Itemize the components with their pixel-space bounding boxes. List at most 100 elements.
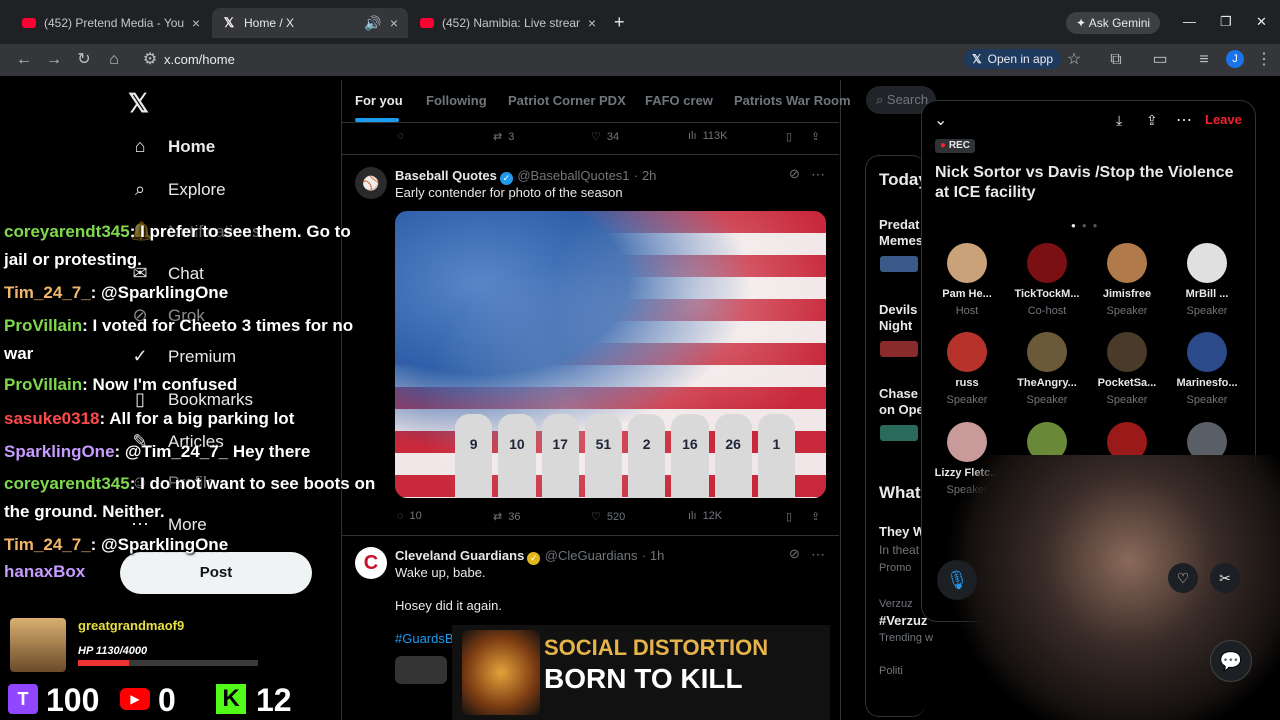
grok-icon[interactable]: ⊘ <box>789 166 800 182</box>
menu-icon[interactable]: ⋮ <box>1254 50 1274 70</box>
speaker-icon[interactable]: 🔊 <box>364 15 381 32</box>
close-icon[interactable]: × <box>192 15 200 31</box>
url-field[interactable]: x.com/home <box>164 52 235 67</box>
viewer-name: greatgrandmaof9 <box>78 618 185 633</box>
author-name[interactable]: Cleveland Guardians <box>395 548 524 563</box>
kick-icon: K <box>216 684 246 714</box>
trend-item[interactable]: Chase <box>879 386 918 401</box>
avatar[interactable]: ⚾ <box>355 167 387 199</box>
window-close-icon[interactable]: ✕ <box>1256 14 1267 30</box>
chat-message: Tim_24_7_: @SparklingOne <box>4 283 228 303</box>
close-icon[interactable]: × <box>390 15 398 31</box>
trend-item[interactable]: Night <box>879 318 912 333</box>
bookmark-icon[interactable]: ▯ <box>786 130 792 143</box>
banner-artist: SOCIAL DISTORTION <box>544 635 769 660</box>
trend-item[interactable]: Predat <box>879 217 919 232</box>
collapse-icon[interactable]: ⌄ <box>934 110 947 130</box>
speaker-avatar[interactable] <box>947 332 987 372</box>
minimize-space-icon[interactable]: ⤓ <box>1116 112 1122 129</box>
leave-button[interactable]: Leave <box>1205 112 1242 127</box>
grok-icon[interactable]: ⊘ <box>789 546 800 562</box>
tab-for-you[interactable]: For you <box>355 93 403 108</box>
like-button[interactable]: ♡ 34 <box>591 130 619 144</box>
cast-icon[interactable]: ▭ <box>1150 50 1170 70</box>
tab-following[interactable]: Following <box>426 93 487 108</box>
microphone-icon[interactable]: 🎙 <box>937 560 977 600</box>
speaker-avatar[interactable] <box>1107 243 1147 283</box>
chat-text: jail or protesting. <box>4 250 142 269</box>
nav-premium[interactable]: ✓ Premium <box>130 346 236 367</box>
reload-icon[interactable]: ↻ <box>74 50 94 70</box>
share-icon[interactable]: ⇪ <box>1146 112 1158 129</box>
browser-tab-active[interactable]: 𝕏 Home / X 🔊 × <box>212 8 408 38</box>
share-icon[interactable]: ⇪ <box>811 510 820 523</box>
chat-username: Tim_24_7_ <box>4 283 91 302</box>
chat-username: ProVillain <box>4 375 83 394</box>
chat-message: jail or protesting. <box>4 250 142 270</box>
chat-message: war <box>4 344 33 364</box>
speaker-avatar[interactable] <box>1027 243 1067 283</box>
browser-tab[interactable]: (452) Namibia: Live stream in th × <box>410 8 606 38</box>
tab-patriot-corner[interactable]: Patriot Corner PDX <box>508 93 626 108</box>
x-logo-icon[interactable]: 𝕏 <box>128 88 149 119</box>
browser-tab[interactable]: (452) Pretend Media - YouTube × <box>12 8 210 38</box>
player-jersey: 26 <box>714 414 752 498</box>
nav-home[interactable]: ⌂ Home <box>130 136 216 157</box>
more-icon[interactable]: ⋯ <box>1176 110 1192 130</box>
author-handle[interactable]: @CleGuardians <box>545 548 638 563</box>
more-icon[interactable]: ⋯ <box>811 166 825 183</box>
speaker-avatar[interactable] <box>1187 332 1227 372</box>
reply-icon[interactable]: ◌ <box>397 130 404 142</box>
maximize-icon[interactable]: ❐ <box>1220 14 1232 30</box>
author-handle[interactable]: @BaseballQuotes1 <box>517 168 629 183</box>
heart-plus-icon[interactable]: ♡ <box>1168 563 1198 593</box>
more-icon[interactable]: ⋯ <box>811 546 825 563</box>
close-icon[interactable]: × <box>588 15 596 31</box>
tweet-image[interactable]: 9 10 17 51 2 16 26 1 <box>395 211 826 498</box>
trend-item[interactable]: on Ope <box>879 402 924 417</box>
bookmark-star-icon[interactable]: ☆ <box>1064 50 1084 70</box>
chat-message: coreyarendt345: I do not want to see boo… <box>4 474 375 494</box>
tweet-time[interactable]: · 2h <box>634 168 656 183</box>
nav-explore[interactable]: ⌕ Explore <box>130 179 226 200</box>
views-button[interactable]: ılı 113K <box>688 130 727 142</box>
tab-fafo-crew[interactable]: FAFO crew <box>645 93 713 108</box>
chat-message: SparklingOne: @Tim_24_7_ Hey there <box>4 442 310 462</box>
tweet-time[interactable]: · 1h <box>642 548 664 563</box>
open-in-app-button[interactable]: 𝕏 Open in app <box>964 49 1062 69</box>
media-icon[interactable]: ≡ <box>1194 50 1214 70</box>
hashtag-link[interactable]: #GuardsB <box>395 631 454 646</box>
speaker-avatar[interactable] <box>1107 332 1147 372</box>
tweet-media-thumb[interactable] <box>395 656 447 684</box>
trend-item[interactable]: #Verzuz <box>879 613 927 628</box>
home-icon[interactable]: ⌂ <box>104 50 124 70</box>
trend-item[interactable]: Memes <box>879 233 923 248</box>
new-tab-button[interactable]: + <box>614 12 625 33</box>
bookmark-icon[interactable]: ▯ <box>786 510 792 523</box>
trend-item[interactable]: Devils <box>879 302 917 317</box>
speaker-avatar[interactable] <box>1187 243 1227 283</box>
minimize-icon[interactable]: — <box>1183 14 1196 29</box>
player-jersey: 10 <box>498 414 536 498</box>
clip-icon[interactable]: ✂ <box>1210 563 1240 593</box>
retweet-button[interactable]: ⇄ 36 <box>493 510 520 524</box>
tab-patriots-war-room[interactable]: Patriots War Room <box>734 93 851 108</box>
author-name[interactable]: Baseball Quotes <box>395 168 497 183</box>
reply-button[interactable]: ◌ 10 <box>397 510 422 522</box>
like-button[interactable]: ♡ 520 <box>591 510 625 524</box>
share-icon[interactable]: ⇪ <box>811 130 820 143</box>
views-button[interactable]: ılı 12K <box>688 510 722 522</box>
speaker-avatar[interactable] <box>1027 332 1067 372</box>
extensions-icon[interactable]: ⧉ <box>1106 50 1126 70</box>
profile-avatar[interactable]: J <box>1226 50 1244 68</box>
speaker-avatar[interactable] <box>947 243 987 283</box>
avatar[interactable]: C <box>355 547 387 579</box>
trend-item[interactable]: They W <box>879 524 925 539</box>
chat-bubble-icon[interactable]: 💬 <box>1210 640 1252 682</box>
retweet-button[interactable]: ⇄ 3 <box>493 130 514 144</box>
ask-gemini-button[interactable]: ✦ Ask Gemini <box>1066 12 1161 34</box>
post-button[interactable]: Post <box>120 552 312 594</box>
site-info-icon[interactable]: ⚙ <box>140 50 160 70</box>
forward-icon[interactable]: → <box>44 50 64 70</box>
back-icon[interactable]: ← <box>14 50 34 70</box>
